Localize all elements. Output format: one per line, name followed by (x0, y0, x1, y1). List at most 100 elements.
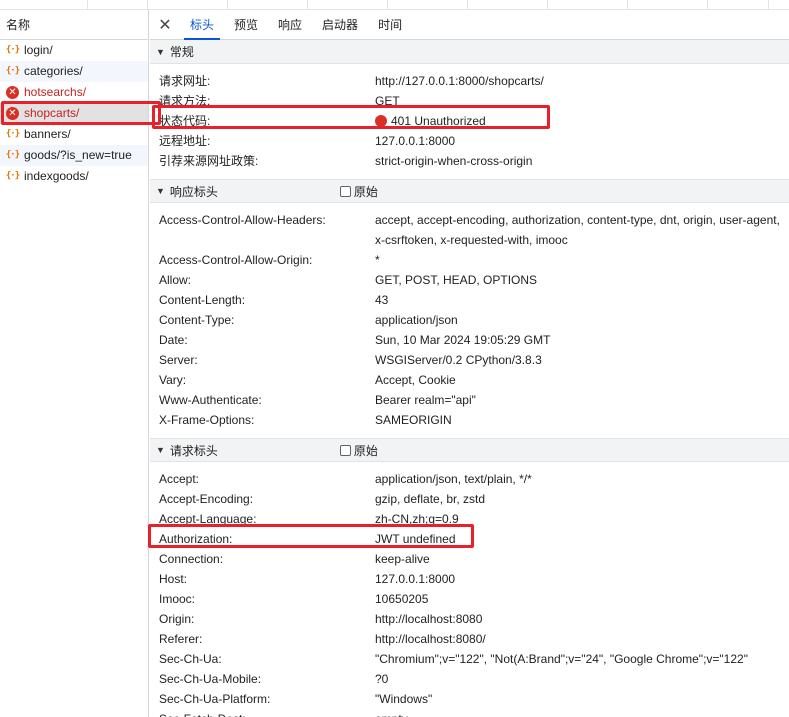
json-icon: {·} (5, 65, 20, 76)
name-column-header[interactable]: 名称 (0, 10, 148, 40)
header-row: 请求网址: http://127.0.0.1:8000/shopcarts/ (150, 71, 789, 91)
header-row: Sec-Fetch-Dest:empty (150, 709, 789, 717)
header-key: 请求方法: (159, 94, 211, 108)
header-value: ?0 (375, 672, 389, 686)
error-icon: ✕ (6, 85, 19, 99)
header-row: Origin: http://localhost:8080 (150, 609, 789, 629)
request-headers-body: Accept: application/json, text/plain, */*… (150, 462, 789, 717)
general-section-header[interactable]: ▼ 常规 (150, 40, 789, 64)
request-name: login/ (24, 42, 53, 57)
header-row: Accept-Encoding: gzip, deflate, br, zstd (150, 489, 789, 509)
tab-initiator[interactable]: 启动器 (312, 10, 368, 40)
header-row: Access-Control-Allow-Origin: * (150, 250, 789, 270)
header-value: GET (375, 94, 400, 108)
header-key: Www-Authenticate: (159, 393, 262, 407)
header-value: JWT undefined (375, 532, 456, 546)
section-title: 请求标头 (169, 443, 218, 458)
close-icon[interactable]: ✕ (150, 10, 180, 40)
header-key: Accept: (159, 472, 200, 486)
header-value: Sun, 10 Mar 2024 19:05:29 GMT (375, 333, 551, 347)
header-row: X-Frame-Options: SAMEORIGIN (150, 410, 789, 430)
raw-checkbox[interactable]: 原始 (339, 442, 378, 459)
header-value: http://localhost:8080 (375, 612, 483, 626)
raw-label: 原始 (353, 443, 378, 458)
header-key: 状态代码: (159, 114, 211, 128)
header-key: Referer: (159, 632, 203, 646)
header-value: "Chromium";v="122", "Not(A:Brand";v="24"… (375, 652, 748, 666)
header-key: Accept-Encoding: (159, 492, 254, 506)
header-key: Content-Length: (159, 293, 246, 307)
header-key: Authorization: (159, 532, 233, 546)
header-row: Host: 127.0.0.1:8000 (150, 569, 789, 589)
section-title: 常规 (169, 45, 194, 59)
json-icon: {·} (5, 149, 20, 160)
tab-preview[interactable]: 预览 (224, 10, 268, 40)
request-detail-panel: ✕ 标头 预览 响应 启动器 时间 ▼ 常规 请求网址: http://127.0… (150, 10, 789, 717)
request-row-shopcarts[interactable]: ✕ shopcarts/ (0, 103, 148, 124)
header-row: Vary: Accept, Cookie (150, 370, 789, 390)
header-value: http://localhost:8080/ (375, 632, 486, 646)
header-key: Sec-Ch-Ua-Mobile: (159, 672, 262, 686)
status-value: 401 Unauthorized (375, 111, 486, 131)
waterfall-header-strip (0, 0, 789, 10)
tab-headers[interactable]: 标头 (180, 10, 224, 40)
header-row: Imooc: 10650205 (150, 589, 789, 609)
header-key: Origin: (159, 612, 195, 626)
header-value: WSGIServer/0.2 CPython/3.8.3 (375, 353, 542, 367)
header-key: 引荐来源网址政策: (159, 154, 259, 168)
tab-timing[interactable]: 时间 (368, 10, 412, 40)
request-row-hotsearchs[interactable]: ✕ hotsearchs/ (0, 82, 148, 103)
header-key: Date: (159, 333, 188, 347)
header-row: Accept-Language: zh-CN,zh;q=0.9 (150, 509, 789, 529)
header-value: 127.0.0.1:8000 (375, 572, 456, 586)
raw-checkbox[interactable]: 原始 (339, 183, 378, 200)
header-key: 远程地址: (159, 134, 211, 148)
header-value: zh-CN,zh;q=0.9 (375, 512, 459, 526)
status-text: 401 Unauthorized (391, 114, 486, 128)
header-value: 10650205 (375, 592, 429, 606)
header-key: Sec-Ch-Ua-Platform: (159, 692, 271, 706)
triangle-down-icon: ▼ (156, 186, 165, 196)
header-key: Allow: (159, 273, 192, 287)
header-row: Content-Type: application/json (150, 310, 789, 330)
header-value: keep-alive (375, 552, 430, 566)
header-value: gzip, deflate, br, zstd (375, 492, 486, 506)
request-row-categories[interactable]: {·} categories/ (0, 61, 148, 82)
request-row-banners[interactable]: {·} banners/ (0, 124, 148, 145)
header-key: Accept-Language: (159, 512, 257, 526)
header-value: "Windows" (375, 692, 433, 706)
header-value: 127.0.0.1:8000 (375, 134, 456, 148)
request-row-login[interactable]: {·} login/ (0, 40, 148, 61)
request-row-indexgoods[interactable]: {·} indexgoods/ (0, 166, 148, 187)
request-name: shopcarts/ (24, 105, 80, 120)
header-key: Imooc: (159, 592, 196, 606)
header-row: Sec-Ch-Ua-Platform: "Windows" (150, 689, 789, 709)
request-name: categories/ (24, 63, 83, 78)
response-headers-section-header[interactable]: ▼ 响应标头 原始 (150, 179, 789, 203)
header-row: 请求方法: GET (150, 91, 789, 111)
raw-label: 原始 (353, 184, 378, 199)
header-key: Sec-Ch-Ua: (159, 652, 222, 666)
tab-response[interactable]: 响应 (268, 10, 312, 40)
header-row: Referer: http://localhost:8080/ (150, 629, 789, 649)
header-value: empty (375, 709, 408, 717)
response-headers-body: Access-Control-Allow-Headers: accept, acc… (150, 203, 789, 438)
header-row: Www-Authenticate: Bearer realm="api" (150, 390, 789, 410)
header-row: 引荐来源网址政策: strict-origin-when-cross-origin (150, 151, 789, 171)
request-name: hotsearchs/ (24, 84, 87, 99)
error-icon: ✕ (6, 106, 19, 120)
header-value: Accept, Cookie (375, 373, 456, 387)
request-row-goods[interactable]: {·} goods/?is_new=true (0, 145, 148, 166)
authorization-row: Authorization: JWT undefined (150, 529, 789, 549)
request-name: indexgoods/ (24, 168, 89, 183)
header-value: 43 (375, 293, 389, 307)
header-key: Access-Control-Allow-Origin: (159, 253, 313, 267)
header-row: Connection: keep-alive (150, 549, 789, 569)
checkbox-icon (339, 185, 351, 197)
json-icon: {·} (5, 128, 20, 139)
header-key: Connection: (159, 552, 224, 566)
header-value: strict-origin-when-cross-origin (375, 154, 533, 168)
request-headers-section-header[interactable]: ▼ 请求标头 原始 (150, 438, 789, 462)
header-row: Sec-Ch-Ua: "Chromium";v="122", "Not(A:Bra… (150, 649, 789, 669)
header-row: Content-Length: 43 (150, 290, 789, 310)
